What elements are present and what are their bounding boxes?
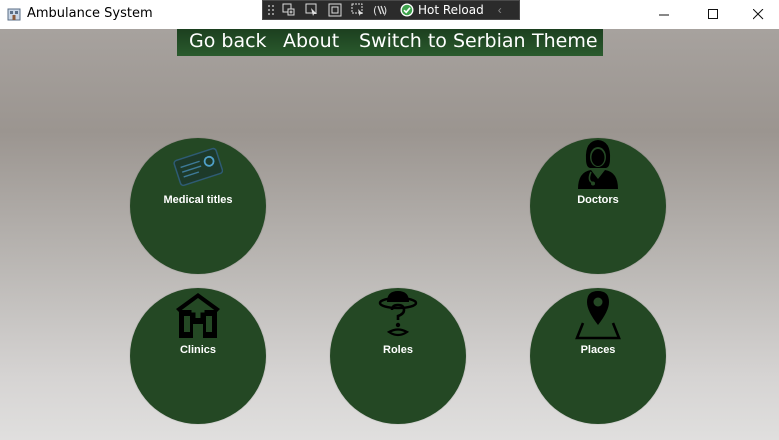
- menu-bar: Go back About Switch to Serbian Theme: [177, 29, 603, 56]
- tile-label: Places: [580, 344, 616, 356]
- minimize-button[interactable]: [641, 0, 687, 29]
- id-card-icon: [173, 147, 223, 187]
- map-pin-icon: [575, 291, 621, 340]
- collapse-toolbar-chevron-icon[interactable]: ‹: [498, 3, 502, 17]
- hot-reload-label[interactable]: Hot Reload: [418, 3, 484, 17]
- toolbar-grip[interactable]: [267, 4, 275, 16]
- tile-doctors[interactable]: Doctors: [530, 138, 666, 274]
- display-layout-adorners-icon[interactable]: [326, 2, 344, 18]
- tile-places[interactable]: Places: [530, 288, 666, 424]
- doctor-icon: [578, 140, 618, 189]
- tile-roles[interactable]: Roles: [330, 288, 466, 424]
- hospital-icon: [176, 293, 220, 338]
- live-visual-tree-icon[interactable]: [280, 2, 298, 18]
- binding-failures-icon[interactable]: (): [372, 2, 390, 18]
- minimize-icon: [658, 14, 669, 16]
- tile-clinics[interactable]: Clinics: [130, 288, 266, 424]
- menu-switch-language[interactable]: Switch to Serbian: [359, 30, 526, 52]
- select-element-icon[interactable]: [303, 2, 321, 18]
- xaml-dev-toolbar: () Hot Reload ‹: [262, 0, 520, 20]
- fedora-hat-icon: [378, 291, 418, 337]
- menu-theme[interactable]: Theme: [532, 30, 598, 52]
- tile-label: Doctors: [577, 194, 619, 206]
- tile-medical-titles[interactable]: Medical titles: [130, 138, 266, 274]
- hot-reload-check-icon: [400, 3, 414, 17]
- close-button[interactable]: [735, 0, 779, 29]
- window-title: Ambulance System: [27, 6, 153, 21]
- svg-text:): ): [383, 4, 387, 17]
- tile-label: Medical titles: [163, 194, 233, 206]
- close-icon: [752, 9, 763, 20]
- menu-about[interactable]: About: [283, 30, 339, 52]
- svg-text:(: (: [373, 4, 377, 17]
- tile-label: Clinics: [179, 344, 217, 356]
- track-focused-element-icon[interactable]: [349, 2, 367, 18]
- main-content: Go back About Switch to Serbian Theme Me…: [0, 29, 779, 440]
- menu-go-back[interactable]: Go back: [189, 30, 267, 52]
- app-icon: [7, 8, 21, 21]
- tile-label: Roles: [383, 344, 413, 356]
- maximize-button[interactable]: [690, 0, 736, 29]
- maximize-icon: [707, 9, 718, 19]
